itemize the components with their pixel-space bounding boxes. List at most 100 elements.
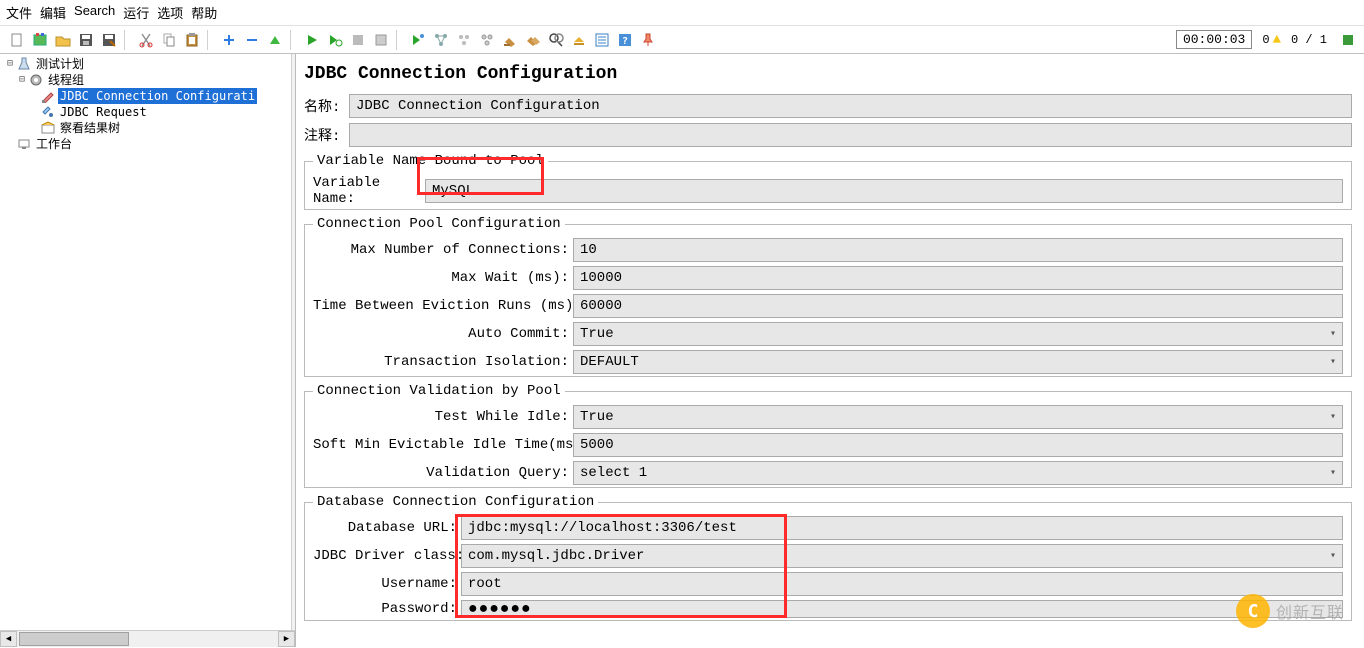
- remote-start-all-icon[interactable]: [430, 29, 451, 50]
- save-icon[interactable]: [75, 29, 96, 50]
- workbench-icon: [16, 136, 32, 152]
- remote-stop-icon[interactable]: [453, 29, 474, 50]
- scroll-track[interactable]: [17, 631, 278, 647]
- tree-node-jdbc-conn[interactable]: JDBC Connection Configurati: [4, 88, 295, 104]
- watermark-icon: C: [1236, 594, 1270, 628]
- tree-node-workbench[interactable]: 工作台: [4, 136, 295, 152]
- menu-file[interactable]: 文件: [6, 3, 32, 22]
- var-pool-fieldset: Variable Name Bound to Pool Variable Nam…: [304, 153, 1352, 210]
- config-icon: [40, 88, 56, 104]
- stop-icon[interactable]: [347, 29, 368, 50]
- comment-input[interactable]: [349, 123, 1352, 147]
- scroll-thumb[interactable]: [19, 632, 129, 646]
- softmin-input[interactable]: [573, 433, 1343, 457]
- results-icon: [40, 120, 56, 136]
- tree-h-scrollbar[interactable]: ◀ ▶: [0, 630, 295, 647]
- username-input[interactable]: [461, 572, 1343, 596]
- username-label: Username:: [313, 576, 461, 592]
- menu-search[interactable]: Search: [74, 3, 115, 22]
- tree-pane: ⊟ 测试计划 ⊟ 线程组 JDBC Connection Configurati…: [0, 54, 296, 647]
- tree-v-scrollbar: [291, 54, 295, 630]
- clear-all-icon[interactable]: [522, 29, 543, 50]
- paste-icon[interactable]: [181, 29, 202, 50]
- name-label: 名称:: [304, 96, 349, 116]
- chevron-down-icon: ▾: [1330, 550, 1336, 562]
- open-icon[interactable]: [52, 29, 73, 50]
- menu-help[interactable]: 帮助: [191, 3, 217, 22]
- txiso-select[interactable]: DEFAULT ▾: [573, 350, 1343, 374]
- conn-pool-legend: Connection Pool Configuration: [313, 216, 565, 232]
- password-input[interactable]: ●●●●●●: [461, 600, 1343, 618]
- clear-icon[interactable]: [499, 29, 520, 50]
- tree-node-testplan[interactable]: ⊟ 测试计划: [4, 56, 295, 72]
- tree-node-jdbc-req[interactable]: JDBC Request: [4, 104, 295, 120]
- chevron-down-icon: ▾: [1330, 328, 1336, 340]
- status-dot-icon: [1337, 29, 1358, 50]
- reset-search-icon[interactable]: [568, 29, 589, 50]
- shutdown-icon[interactable]: [370, 29, 391, 50]
- max-conn-input[interactable]: [573, 238, 1343, 262]
- evict-label: Time Between Eviction Runs (ms):: [313, 298, 573, 314]
- select-value: True: [580, 326, 614, 342]
- var-name-input[interactable]: [425, 179, 1343, 203]
- db-fieldset: Database Connection Configuration Databa…: [304, 494, 1352, 621]
- tree-label: JDBC Request: [58, 104, 149, 120]
- tree-toggle-icon[interactable]: ⊟: [16, 72, 28, 88]
- chevron-down-icon: ▾: [1330, 356, 1336, 368]
- autocommit-select[interactable]: True ▾: [573, 322, 1343, 346]
- warning-count[interactable]: 0 ▲: [1262, 32, 1281, 48]
- menu-bar: 文件 编辑 Search 运行 选项 帮助: [0, 0, 1364, 26]
- evict-input[interactable]: [573, 294, 1343, 318]
- remote-shutdown-icon[interactable]: [476, 29, 497, 50]
- new-file-icon[interactable]: [6, 29, 27, 50]
- tree-node-threadgroup[interactable]: ⊟ 线程组: [4, 72, 295, 88]
- tree-label: 察看结果树: [58, 120, 122, 136]
- testidle-select[interactable]: True▾: [573, 405, 1343, 429]
- chevron-down-icon: ▾: [1330, 411, 1336, 423]
- function-helper-icon[interactable]: [591, 29, 612, 50]
- dburl-input[interactable]: [461, 516, 1343, 540]
- toggle-icon[interactable]: [264, 29, 285, 50]
- valquery-select[interactable]: select 1▾: [573, 461, 1343, 485]
- scroll-left-icon[interactable]: ◀: [0, 631, 17, 647]
- driver-select[interactable]: com.mysql.jdbc.Driver ▾: [461, 544, 1343, 568]
- warning-icon: ▲: [1273, 32, 1281, 48]
- collapse-icon[interactable]: [241, 29, 262, 50]
- gear-icon: [28, 72, 44, 88]
- valquery-label: Validation Query:: [313, 465, 573, 481]
- tree-toggle-icon[interactable]: ⊟: [4, 56, 16, 72]
- help-icon[interactable]: ?: [614, 29, 635, 50]
- templates-icon[interactable]: [29, 29, 50, 50]
- warn-number: 0: [1262, 33, 1269, 47]
- password-label: Password:: [313, 601, 461, 617]
- start-icon[interactable]: [301, 29, 322, 50]
- var-name-label: Variable Name:: [313, 175, 425, 207]
- thread-count: 0 / 1: [1291, 33, 1327, 47]
- menu-run[interactable]: 运行: [123, 3, 149, 22]
- search-icon[interactable]: [545, 29, 566, 50]
- expand-icon[interactable]: [218, 29, 239, 50]
- watermark: C 创新互联: [1236, 594, 1344, 628]
- scroll-right-icon[interactable]: ▶: [278, 631, 295, 647]
- max-wait-input[interactable]: [573, 266, 1343, 290]
- cut-icon[interactable]: [135, 29, 156, 50]
- db-legend: Database Connection Configuration: [313, 494, 598, 510]
- select-value: DEFAULT: [580, 354, 639, 370]
- comment-label: 注释:: [304, 125, 349, 145]
- tree-label: 线程组: [46, 72, 86, 88]
- tree-node-viewtree[interactable]: 察看结果树: [4, 120, 295, 136]
- dburl-label: Database URL:: [313, 520, 461, 536]
- select-value: com.mysql.jdbc.Driver: [468, 548, 644, 564]
- page-title: JDBC Connection Configuration: [304, 58, 1352, 94]
- max-conn-label: Max Number of Connections:: [313, 242, 573, 258]
- pin-icon[interactable]: [637, 29, 658, 50]
- copy-icon[interactable]: [158, 29, 179, 50]
- menu-edit[interactable]: 编辑: [40, 3, 66, 22]
- conn-pool-fieldset: Connection Pool Configuration Max Number…: [304, 216, 1352, 377]
- start-no-timers-icon[interactable]: [324, 29, 345, 50]
- save-as-icon[interactable]: [98, 29, 119, 50]
- tree-label: 测试计划: [34, 56, 86, 72]
- name-input[interactable]: [349, 94, 1352, 118]
- remote-start-icon[interactable]: [407, 29, 428, 50]
- menu-options[interactable]: 选项: [157, 3, 183, 22]
